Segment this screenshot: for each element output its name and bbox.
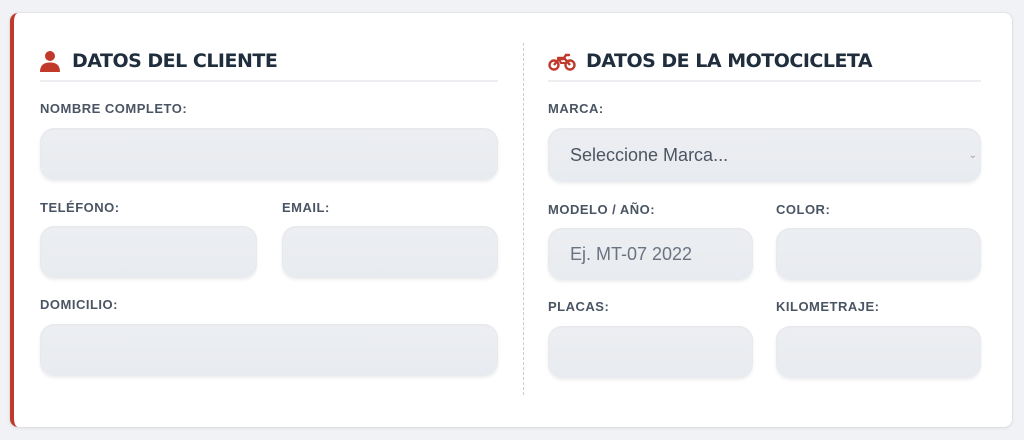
client-section: DATOS DEL CLIENTE NOMBRE COMPLETO: TELÉF… [40, 13, 498, 427]
brand-label: MARCA: [548, 101, 604, 116]
mileage-input[interactable] [776, 326, 981, 378]
client-section-header: DATOS DEL CLIENTE [40, 41, 498, 82]
motorcycle-section: DATOS DE LA MOTOCICLETA MARCA: Seleccion… [548, 13, 981, 427]
motorcycle-icon [548, 50, 576, 72]
full-name-label: NOMBRE COMPLETO: [40, 101, 188, 116]
motorcycle-section-title: DATOS DE LA MOTOCICLETA [586, 49, 873, 72]
motorcycle-section-header: DATOS DE LA MOTOCICLETA [548, 41, 981, 82]
address-label: DOMICILIO: [40, 297, 118, 312]
column-divider [523, 43, 524, 395]
chevron-down-icon: ⌄ [968, 149, 977, 161]
color-label: COLOR: [776, 202, 831, 217]
email-input[interactable] [282, 226, 498, 278]
plates-label: PLACAS: [548, 299, 610, 314]
phone-label: TELÉFONO: [40, 200, 120, 215]
address-input[interactable] [40, 324, 498, 376]
color-input[interactable] [776, 228, 981, 280]
user-icon [40, 50, 62, 72]
form-card: DATOS DEL CLIENTE NOMBRE COMPLETO: TELÉF… [10, 13, 1012, 427]
email-label: EMAIL: [282, 200, 330, 215]
brand-select[interactable]: Seleccione Marca... ⌄ [548, 128, 981, 182]
brand-select-value: Seleccione Marca... [570, 144, 729, 165]
phone-input[interactable] [40, 226, 257, 278]
mileage-label: KILOMETRAJE: [776, 299, 880, 314]
model-year-input[interactable] [548, 228, 753, 280]
plates-input[interactable] [548, 326, 753, 378]
full-name-input[interactable] [40, 128, 498, 180]
model-year-label: MODELO / AÑO: [548, 202, 656, 217]
client-section-title: DATOS DEL CLIENTE [72, 49, 278, 72]
